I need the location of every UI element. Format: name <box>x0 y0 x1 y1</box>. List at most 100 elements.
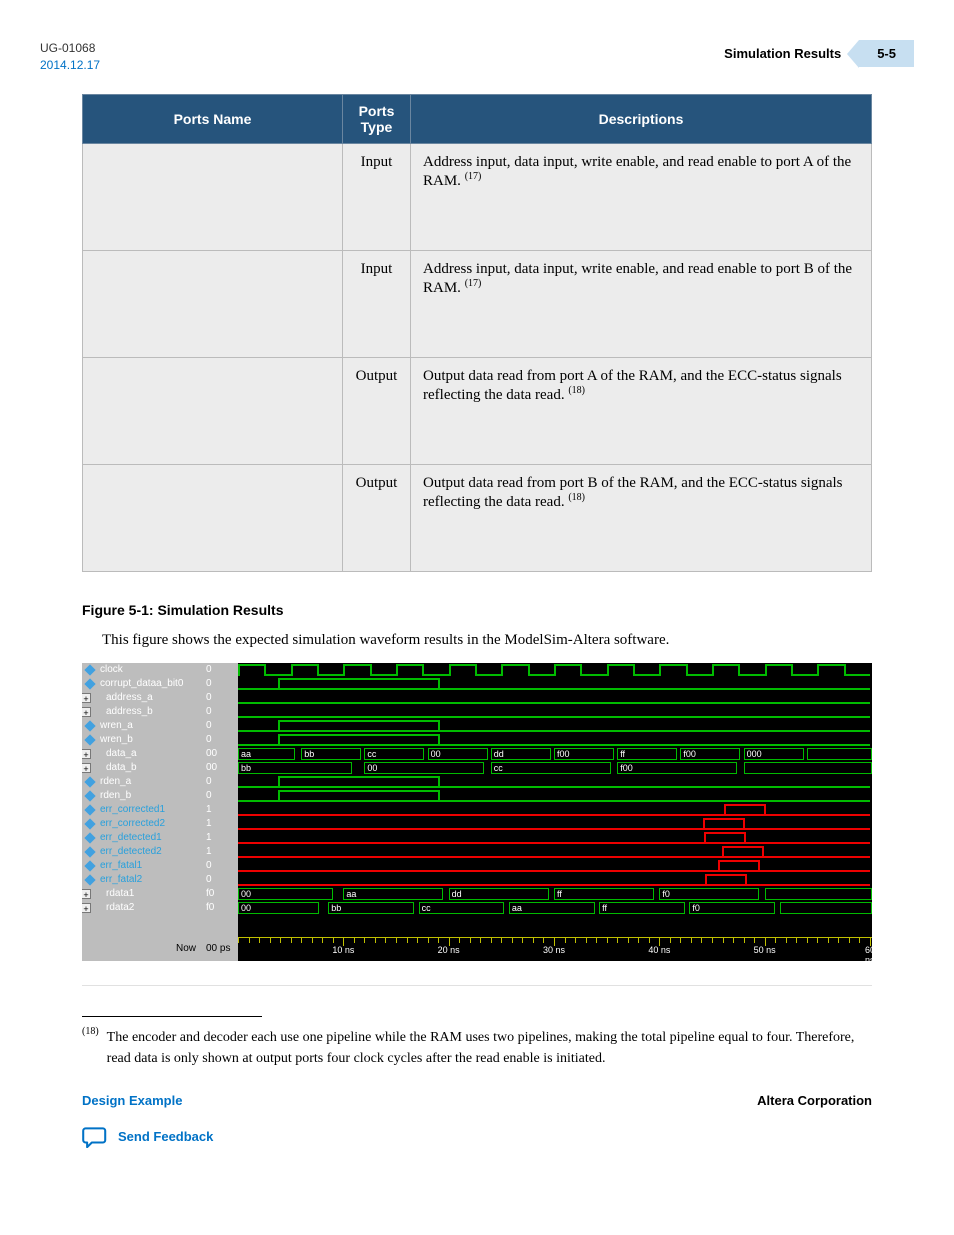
signal-value: 0 <box>202 691 238 705</box>
expand-icon[interactable]: + <box>82 693 91 703</box>
signal-diamond-icon <box>84 804 95 815</box>
signal-wave[interactable] <box>238 677 872 691</box>
signal-wave[interactable]: bb00ccf00 <box>238 761 872 775</box>
waveform-signal-row: err_fatal20 <box>82 873 872 887</box>
signal-name[interactable]: err_fatal1 <box>82 859 202 873</box>
time-value: 00 ps <box>202 937 238 961</box>
signal-value: 0 <box>202 733 238 747</box>
signal-wave[interactable] <box>238 663 872 677</box>
table-row: InputAddress input, data input, write en… <box>83 143 872 250</box>
expand-icon[interactable]: + <box>82 707 91 717</box>
footnote-text: The encoder and decoder each use one pip… <box>107 1027 872 1069</box>
signal-value: 1 <box>202 831 238 845</box>
footer-right: Altera Corporation <box>757 1093 872 1108</box>
signal-wave[interactable] <box>238 719 872 733</box>
waveform-signal-row: err_fatal10 <box>82 859 872 873</box>
cell-ports-type: Input <box>343 143 411 250</box>
footnote-rule <box>82 1016 262 1017</box>
page-header: UG-01068 2014.12.17 Simulation Results 5… <box>0 0 954 94</box>
signal-name[interactable]: err_fatal2 <box>82 873 202 887</box>
cell-ports-name <box>83 250 343 357</box>
signal-name[interactable]: rden_a <box>82 775 202 789</box>
signal-wave[interactable]: aabbcc00ddf00fff00000 <box>238 747 872 761</box>
cell-ports-type: Input <box>343 250 411 357</box>
cell-description: Address input, data input, write enable,… <box>411 250 872 357</box>
signal-wave[interactable] <box>238 817 872 831</box>
cell-description: Output data read from port A of the RAM,… <box>411 357 872 464</box>
waveform-signal-row: err_detected11 <box>82 831 872 845</box>
col-ports-type: Ports Type <box>343 94 411 143</box>
waveform-signal-row: err_detected21 <box>82 845 872 859</box>
waveform-signal-row: err_corrected11 <box>82 803 872 817</box>
signal-diamond-icon <box>84 874 95 885</box>
waveform-signal-row: corrupt_dataa_bit00 <box>82 677 872 691</box>
expand-icon[interactable]: + <box>82 903 91 913</box>
signal-diamond-icon <box>84 790 95 801</box>
signal-value: f0 <box>202 901 238 915</box>
signal-value: 0 <box>202 775 238 789</box>
signal-name[interactable]: +rdata1 <box>82 887 202 901</box>
signal-diamond-icon <box>84 860 95 871</box>
signal-name[interactable]: wren_b <box>82 733 202 747</box>
cell-description: Output data read from port B of the RAM,… <box>411 464 872 571</box>
header-left-block: UG-01068 2014.12.17 <box>40 40 100 74</box>
send-feedback-link[interactable]: Send Feedback <box>118 1129 213 1144</box>
figure-caption: This figure shows the expected simulatio… <box>102 632 872 649</box>
signal-wave[interactable] <box>238 733 872 747</box>
signal-diamond-icon <box>84 664 95 675</box>
header-right-block: Simulation Results 5-5 <box>706 40 914 67</box>
cell-ports-type: Output <box>343 464 411 571</box>
signal-name[interactable]: +data_a <box>82 747 202 761</box>
waveform-signal-row: err_corrected21 <box>82 817 872 831</box>
signal-wave[interactable] <box>238 845 872 859</box>
signal-wave[interactable] <box>238 831 872 845</box>
signal-wave[interactable] <box>238 789 872 803</box>
time-tick-label: 60 ns <box>865 945 875 965</box>
signal-name[interactable]: +address_a <box>82 691 202 705</box>
signal-name[interactable]: wren_a <box>82 719 202 733</box>
signal-name[interactable]: clock <box>82 663 202 677</box>
signal-wave[interactable] <box>238 705 872 719</box>
signal-name[interactable]: rden_b <box>82 789 202 803</box>
signal-diamond-icon <box>84 818 95 829</box>
signal-wave[interactable] <box>238 691 872 705</box>
signal-value: f0 <box>202 887 238 901</box>
expand-icon[interactable]: + <box>82 763 91 773</box>
waveform-signal-row: +rdata1f000aaddfff0 <box>82 887 872 901</box>
waveform-signal-row: +rdata2f000bbccaafff0 <box>82 901 872 915</box>
col-ports-name: Ports Name <box>83 94 343 143</box>
signal-diamond-icon <box>84 720 95 731</box>
signal-name[interactable]: corrupt_dataa_bit0 <box>82 677 202 691</box>
cell-ports-name <box>83 357 343 464</box>
table-row: InputAddress input, data input, write en… <box>83 250 872 357</box>
signal-value: 0 <box>202 677 238 691</box>
signal-name[interactable]: +data_b <box>82 761 202 775</box>
feedback-icon <box>82 1126 108 1148</box>
signal-name[interactable]: err_corrected1 <box>82 803 202 817</box>
signal-diamond-icon <box>84 776 95 787</box>
signal-wave[interactable] <box>238 859 872 873</box>
time-tick-label: 10 ns <box>332 945 354 955</box>
footnote-number: (18) <box>82 1024 99 1066</box>
signal-wave[interactable]: 00bbccaafff0 <box>238 901 872 915</box>
time-axis[interactable]: 10 ns20 ns30 ns40 ns50 ns60 ns <box>238 937 872 961</box>
cell-description: Address input, data input, write enable,… <box>411 143 872 250</box>
footer-left[interactable]: Design Example <box>82 1093 182 1108</box>
signal-diamond-icon <box>84 846 95 857</box>
signal-name[interactable]: +rdata2 <box>82 901 202 915</box>
signal-name[interactable]: err_detected2 <box>82 845 202 859</box>
waveform-viewer: clock0corrupt_dataa_bit00+address_a0+add… <box>82 663 872 961</box>
signal-name[interactable]: +address_b <box>82 705 202 719</box>
feedback-row[interactable]: Send Feedback <box>82 1126 872 1148</box>
signal-name[interactable]: err_detected1 <box>82 831 202 845</box>
footnote: (18) The encoder and decoder each use on… <box>82 1027 872 1069</box>
expand-icon[interactable]: + <box>82 749 91 759</box>
signal-name[interactable]: err_corrected2 <box>82 817 202 831</box>
doc-date[interactable]: 2014.12.17 <box>40 57 100 74</box>
signal-wave[interactable] <box>238 775 872 789</box>
expand-icon[interactable]: + <box>82 889 91 899</box>
signal-wave[interactable] <box>238 803 872 817</box>
signal-wave[interactable]: 00aaddfff0 <box>238 887 872 901</box>
signal-wave[interactable] <box>238 873 872 887</box>
signal-value: 1 <box>202 845 238 859</box>
